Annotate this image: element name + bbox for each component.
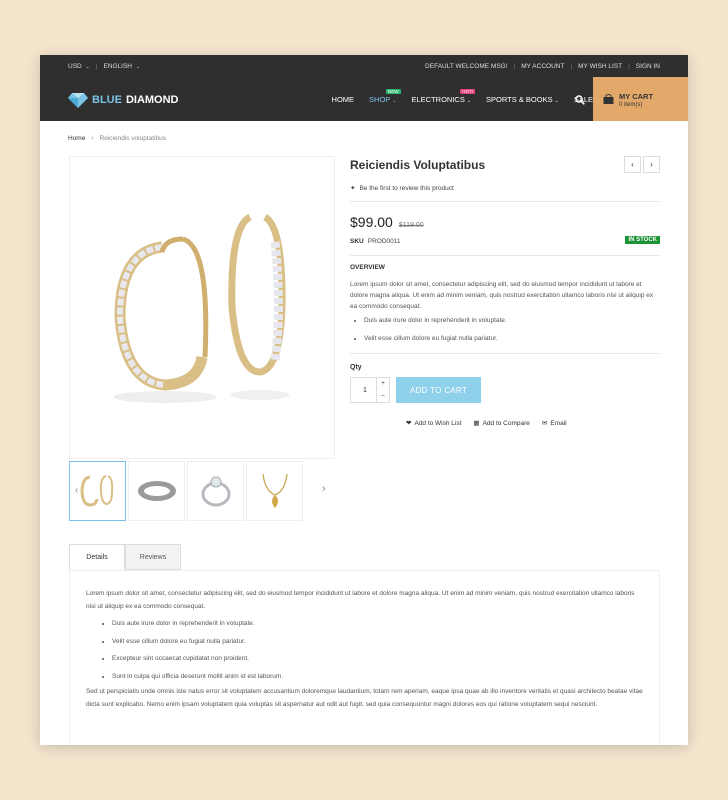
qty-decrement-icon[interactable]: – xyxy=(377,390,389,402)
thumbnail-strip xyxy=(69,461,303,521)
list-item: Velit esse cillum dolore eu fugiat nulla… xyxy=(364,335,660,343)
my-account-link[interactable]: MY ACCOUNT xyxy=(521,63,564,70)
qty-label: Qty xyxy=(350,364,362,371)
search-icon[interactable] xyxy=(575,95,585,105)
site-logo[interactable]: BLUE DIAMOND xyxy=(68,91,179,109)
breadcrumb: Home › Reiciendis voluptatibus xyxy=(68,135,166,142)
review-prompt[interactable]: ✦ Be the first to review this product xyxy=(350,184,660,193)
list-item: Velit esse cillum dolore eu fugiat nulla… xyxy=(112,633,643,651)
add-to-wishlist-link[interactable]: ❤ Add to Wish List xyxy=(406,419,461,428)
thumbnail-ring[interactable] xyxy=(187,461,244,521)
nav-home[interactable]: HOME xyxy=(332,95,355,104)
diamond-icon xyxy=(68,93,88,108)
product-pager: ‹ › xyxy=(624,156,660,173)
details-intro: Lorem ipsum dolor sit amet, consectetur … xyxy=(86,590,635,610)
divider xyxy=(350,201,660,202)
top-bar: USD ⌄ | ENGLISH ⌄ DEFAULT WELCOME MSG! |… xyxy=(68,63,660,70)
price-block: $99.00 $119.00 xyxy=(350,214,660,230)
nav-shop[interactable]: SHOP ⌄ NEW xyxy=(369,89,401,104)
product-info: Reiciendis Voluptatibus ‹ › ✦ Be the fir… xyxy=(350,156,660,427)
thumb-prev-arrow-icon[interactable]: ‹ xyxy=(75,485,78,496)
my-wishlist-link[interactable]: MY WISH LIST xyxy=(578,63,622,70)
heart-icon: ❤ xyxy=(406,420,412,427)
prev-product-icon[interactable]: ‹ xyxy=(624,156,641,173)
product-main-image[interactable] xyxy=(69,156,335,459)
ring-thumb-image xyxy=(201,476,230,507)
quantity-stepper[interactable]: 1 + – xyxy=(350,377,390,403)
sign-in-link[interactable]: SIGN IN xyxy=(636,63,660,70)
currency-switcher[interactable]: USD ⌄ xyxy=(68,63,90,70)
overview-heading: OVERVIEW xyxy=(350,264,385,271)
list-item: Excepteur sint occaecat cupidatat non pr… xyxy=(112,650,643,668)
product-title: Reiciendis Voluptatibus xyxy=(350,158,486,172)
bracelet-thumb-image xyxy=(137,481,176,501)
next-product-icon[interactable]: › xyxy=(643,156,660,173)
earrings-image xyxy=(113,213,290,403)
details-outro: Sed ut perspiciatis unde omnis iste natu… xyxy=(86,688,643,708)
logo-text-blue: BLUE xyxy=(92,94,122,106)
product-tabs: Details Reviews xyxy=(69,544,181,570)
list-item: Sunt in culpa qui officia deserunt molli… xyxy=(112,668,643,686)
hot-badge: HOT! xyxy=(460,89,476,94)
plus-icon: ✦ xyxy=(350,185,356,192)
sku-label: SKU xyxy=(350,238,364,245)
old-price: $119.00 xyxy=(398,222,424,229)
sku-value: PROD0011 xyxy=(367,238,401,245)
mini-cart[interactable]: MY CART 0 item(s) xyxy=(593,77,688,121)
breadcrumb-home[interactable]: Home xyxy=(68,135,85,142)
details-panel: Lorem ipsum dolor sit amet, consectetur … xyxy=(69,570,660,745)
welcome-msg: DEFAULT WELCOME MSG! xyxy=(425,63,508,70)
logo-text-diamond: DIAMOND xyxy=(125,94,179,106)
add-to-compare-link[interactable]: ▦ Add to Compare xyxy=(473,419,530,428)
sku-row: SKU PROD0011 IN STOCK xyxy=(350,236,660,245)
details-bullets: Duis aute irure dolor in reprehenderit i… xyxy=(112,615,643,685)
tab-reviews[interactable]: Reviews xyxy=(125,544,181,570)
list-item: Duis aute irure dolor in reprehenderit i… xyxy=(112,615,643,633)
new-badge: NEW xyxy=(386,89,401,94)
overview-bullets: Duis aute irure dolor in reprehenderit i… xyxy=(364,317,660,343)
tab-details[interactable]: Details xyxy=(69,544,125,570)
email-link[interactable]: ✉ Email xyxy=(541,419,567,428)
language-switcher[interactable]: ENGLISH ⌄ xyxy=(103,63,140,70)
breadcrumb-current: Reiciendis voluptatibus xyxy=(99,135,166,142)
thumbnail-bracelet[interactable] xyxy=(128,461,185,521)
cart-count: 0 item(s) xyxy=(619,102,643,108)
add-to-cart-button[interactable]: ADD TO CART xyxy=(396,377,481,403)
list-item: Duis aute irure dolor in reprehenderit i… xyxy=(364,317,660,325)
divider xyxy=(350,353,660,354)
add-to-cart-row: 1 + – ADD TO CART xyxy=(350,377,660,403)
divider xyxy=(350,255,660,256)
thumb-next-arrow-icon[interactable]: › xyxy=(322,483,326,495)
envelope-icon: ✉ xyxy=(541,420,548,427)
product-actions: ❤ Add to Wish List ▦ Add to Compare ✉ Email xyxy=(406,419,660,428)
bar-chart-icon: ▦ xyxy=(473,420,480,427)
current-price: $99.00 xyxy=(350,214,393,230)
nav-sports-books[interactable]: SPORTS & BOOKS ⌄ xyxy=(486,95,559,104)
main-nav: HOME SHOP ⌄ NEW ELECTRONICS ⌄ HOT! SPORTS & … xyxy=(332,89,593,104)
site-header: USD ⌄ | ENGLISH ⌄ DEFAULT WELCOME MSG! |… xyxy=(40,55,688,121)
shopping-bag-icon xyxy=(603,94,614,104)
qty-increment-icon[interactable]: + xyxy=(377,378,389,390)
thumbnail-necklace[interactable] xyxy=(246,461,303,521)
nav-electronics[interactable]: ELECTRONICS ⌄ HOT! xyxy=(412,89,476,104)
cart-title: MY CART xyxy=(619,92,654,101)
page-frame: USD ⌄ | ENGLISH ⌄ DEFAULT WELCOME MSG! |… xyxy=(40,55,688,745)
stock-badge: IN STOCK xyxy=(625,236,660,244)
overview-text: Lorem ipsum dolor sit amet, consectetur … xyxy=(350,281,654,310)
necklace-thumb-image xyxy=(261,473,288,508)
earrings-thumb-image xyxy=(79,475,113,507)
quantity-value[interactable]: 1 xyxy=(363,387,367,394)
